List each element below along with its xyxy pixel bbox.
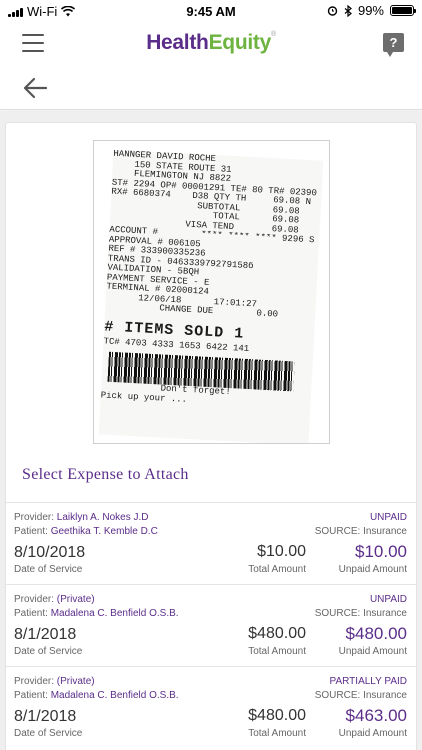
patient-label: Patient: bbox=[14, 608, 51, 619]
provider-name: (Private) bbox=[56, 594, 95, 605]
receipt-image: HANNGER DAVID ROCHE 150 STATE ROUTE 31 F… bbox=[93, 140, 330, 444]
bluetooth-icon bbox=[344, 4, 352, 17]
provider-line: Provider: (Private) bbox=[14, 676, 95, 687]
total-amount-label: Total Amount bbox=[248, 646, 306, 657]
alarm-icon bbox=[327, 6, 338, 16]
expense-source: SOURCE: Insurance bbox=[314, 526, 407, 537]
help-icon[interactable]: ? bbox=[383, 33, 404, 57]
app-header: HealthEquity® ? bbox=[0, 22, 422, 66]
expense-list: Provider: Laiklyn A. Nokes J.D Patient: G… bbox=[6, 502, 416, 748]
unpaid-amount-label: Unpaid Amount bbox=[338, 564, 407, 575]
service-date: 8/1/2018 bbox=[14, 626, 77, 643]
provider-name: (Private) bbox=[56, 676, 95, 687]
attach-expense-card: HANNGER DAVID ROCHE 150 STATE ROUTE 31 F… bbox=[5, 122, 417, 750]
battery-level bbox=[392, 7, 412, 14]
unpaid-amount: $10.00 bbox=[355, 542, 407, 561]
total-amount-label: Total Amount bbox=[248, 728, 306, 739]
patient-line: Patient: Madalena C. Benfield O.S.B. bbox=[14, 608, 179, 619]
back-arrow-icon[interactable] bbox=[20, 74, 50, 102]
unpaid-amount-label: Unpaid Amount bbox=[338, 728, 407, 739]
unpaid-amount: $480.00 bbox=[345, 624, 407, 643]
logo-health-text: Health bbox=[146, 31, 209, 54]
expense-source: SOURCE: Insurance bbox=[314, 690, 407, 701]
provider-line: Provider: Laiklyn A. Nokes J.D bbox=[14, 512, 149, 523]
payment-status: UNPAID bbox=[369, 512, 407, 523]
healthequity-logo: HealthEquity® bbox=[0, 31, 422, 55]
expense-row[interactable]: Provider: Laiklyn A. Nokes J.D Patient: G… bbox=[6, 502, 416, 584]
total-amount: $480.00 bbox=[248, 625, 306, 642]
patient-label: Patient: bbox=[14, 690, 51, 701]
total-amount: $10.00 bbox=[257, 543, 306, 560]
patient-label: Patient: bbox=[14, 526, 51, 537]
patient-name: Madalena C. Benfield O.S.B. bbox=[50, 690, 179, 701]
section-title: Select Expense to Attach bbox=[22, 466, 189, 483]
expense-row[interactable]: Provider: (Private) Patient: Madalena C. … bbox=[6, 666, 416, 748]
provider-label: Provider: bbox=[14, 676, 57, 687]
logo-trademark: ® bbox=[270, 31, 276, 38]
service-date-label: Date of Service bbox=[14, 728, 83, 739]
total-amount: $480.00 bbox=[248, 707, 306, 724]
provider-label: Provider: bbox=[14, 512, 57, 523]
status-right: 99% bbox=[327, 3, 416, 18]
logo-equity-text: Equity bbox=[208, 31, 272, 54]
expense-source: SOURCE: Insurance bbox=[314, 608, 407, 619]
patient-line: Patient: Madalena C. Benfield O.S.B. bbox=[14, 690, 179, 701]
unpaid-amount-label: Unpaid Amount bbox=[338, 646, 407, 657]
provider-line: Provider: (Private) bbox=[14, 594, 95, 605]
payment-status: UNPAID bbox=[369, 594, 407, 605]
receipt-text: HANNGER DAVID ROCHE 150 STATE ROUTE 31 F… bbox=[105, 150, 323, 322]
subheader-bar bbox=[0, 66, 422, 110]
service-date: 8/10/2018 bbox=[14, 544, 86, 561]
total-amount-label: Total Amount bbox=[248, 564, 306, 575]
provider-name: Laiklyn A. Nokes J.D bbox=[56, 512, 149, 523]
service-date-label: Date of Service bbox=[14, 646, 83, 657]
payment-status: PARTIALLY PAID bbox=[329, 676, 407, 687]
status-bar: Wi-Fi 9:45 AM 99% bbox=[0, 0, 422, 22]
expense-row[interactable]: Provider: (Private) Patient: Madalena C. … bbox=[6, 584, 416, 666]
patient-line: Patient: Geethika T. Kemble D.C bbox=[14, 526, 158, 537]
service-date: 8/1/2018 bbox=[14, 708, 77, 725]
provider-label: Provider: bbox=[14, 594, 57, 605]
unpaid-amount: $463.00 bbox=[345, 706, 407, 725]
battery-icon bbox=[390, 5, 416, 16]
service-date-label: Date of Service bbox=[14, 564, 83, 575]
battery-percent: 99% bbox=[357, 3, 384, 18]
patient-name: Geethika T. Kemble D.C bbox=[50, 526, 158, 537]
patient-name: Madalena C. Benfield O.S.B. bbox=[50, 608, 179, 619]
receipt-paper: HANNGER DAVID ROCHE 150 STATE ROUTE 31 F… bbox=[98, 149, 324, 443]
